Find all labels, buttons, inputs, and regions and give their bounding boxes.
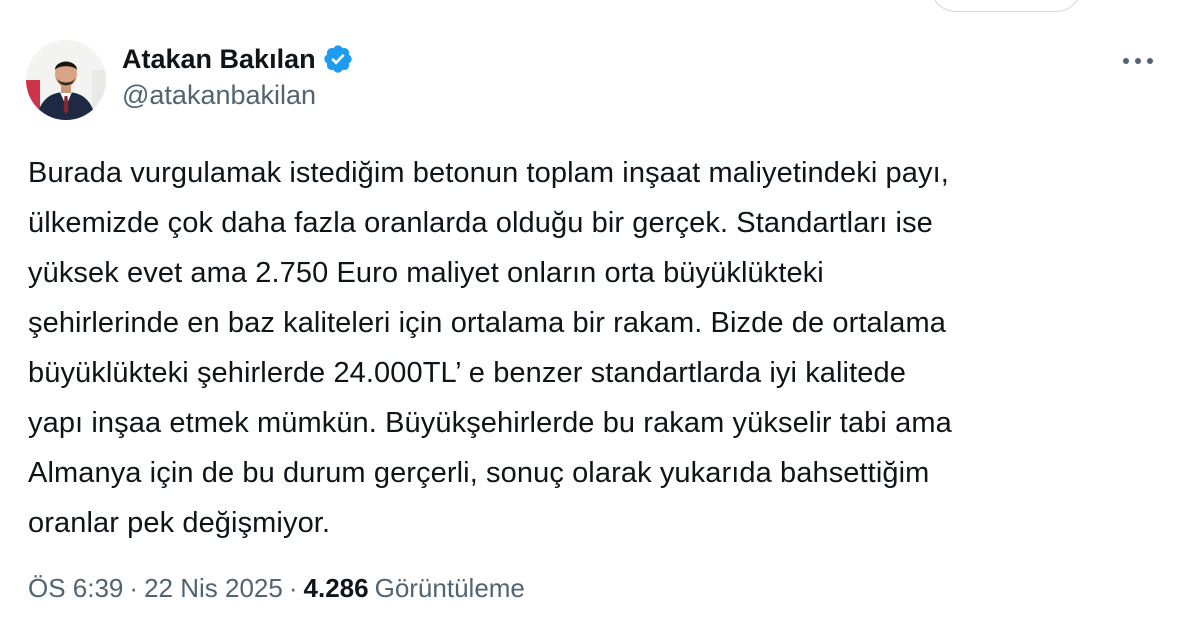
views-label: Görüntüleme bbox=[374, 572, 525, 603]
top-partial-button[interactable] bbox=[930, 0, 1082, 12]
avatar-image bbox=[26, 40, 106, 120]
author-display-name[interactable]: Atakan Bakılan bbox=[122, 44, 316, 75]
tweet-date[interactable]: 22 Nis 2025 bbox=[144, 573, 283, 604]
tweet-meta: ÖS 6:39 · 22 Nis 2025 · 4.286 Görüntülem… bbox=[28, 568, 525, 608]
tweet-text: Burada vurgulamak istediğim betonun topl… bbox=[28, 157, 952, 539]
author-handle[interactable]: @atakanbakilan bbox=[122, 80, 316, 111]
more-options-button[interactable] bbox=[1118, 46, 1158, 76]
author-name-row[interactable]: Atakan Bakılan bbox=[122, 42, 354, 76]
meta-separator: · bbox=[288, 572, 298, 603]
views-count: 4.286 bbox=[303, 572, 369, 603]
verified-badge-icon[interactable] bbox=[322, 43, 354, 75]
meta-separator: · bbox=[129, 572, 139, 603]
tweet-time[interactable]: ÖS 6:39 bbox=[28, 573, 123, 604]
more-horizontal-icon bbox=[1123, 58, 1153, 64]
avatar[interactable] bbox=[26, 40, 106, 120]
